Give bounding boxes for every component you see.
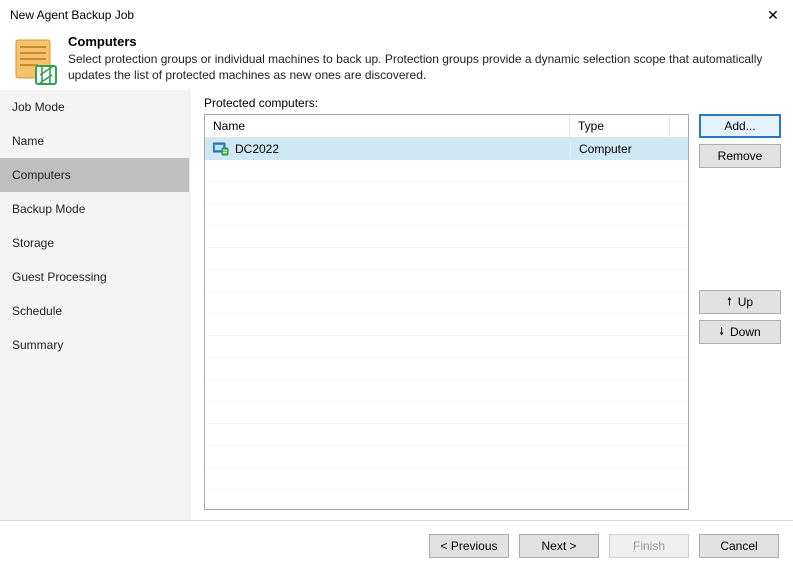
finish-button: Finish (609, 534, 689, 558)
arrow-down-icon: 🠗 (719, 323, 724, 342)
action-buttons: Add... Remove 🠕 Up 🠗 Down (699, 114, 781, 510)
step-storage[interactable]: Storage (0, 226, 189, 260)
cancel-button[interactable]: Cancel (699, 534, 779, 558)
header-heading: Computers (68, 34, 781, 49)
remove-button[interactable]: Remove (699, 144, 781, 168)
arrow-up-icon: 🠕 (727, 293, 732, 312)
wizard-header: Computers Select protection groups or in… (0, 30, 793, 90)
wizard-icon (12, 34, 58, 86)
step-schedule[interactable]: Schedule (0, 294, 189, 328)
computer-icon (213, 142, 229, 156)
table-row[interactable]: DC2022 Computer (205, 138, 688, 160)
close-icon[interactable]: ✕ (763, 7, 783, 24)
window-title: New Agent Backup Job (10, 8, 763, 22)
row-type: Computer (570, 142, 670, 156)
wizard-footer: < Previous Next > Finish Cancel (0, 520, 793, 570)
header-description: Select protection groups or individual m… (68, 51, 781, 83)
wizard-steps-sidebar: Job Mode Name Computers Backup Mode Stor… (0, 90, 190, 520)
next-button[interactable]: Next > (519, 534, 599, 558)
step-job-mode[interactable]: Job Mode (0, 90, 189, 124)
computers-table[interactable]: Name Type (204, 114, 689, 510)
previous-button[interactable]: < Previous (429, 534, 509, 558)
step-computers[interactable]: Computers (0, 158, 189, 192)
table-header: Name Type (205, 115, 688, 138)
step-summary[interactable]: Summary (0, 328, 189, 362)
step-backup-mode[interactable]: Backup Mode (0, 192, 189, 226)
step-name[interactable]: Name (0, 124, 189, 158)
step-guest-processing[interactable]: Guest Processing (0, 260, 189, 294)
table-body: DC2022 Computer (205, 138, 688, 509)
column-header-name[interactable]: Name (205, 115, 570, 137)
up-button[interactable]: 🠕 Up (699, 290, 781, 314)
row-name: DC2022 (235, 142, 279, 156)
main-panel: Protected computers: Name Type (190, 90, 793, 520)
titlebar: New Agent Backup Job ✕ (0, 0, 793, 30)
column-header-type[interactable]: Type (570, 115, 670, 137)
add-button[interactable]: Add... (699, 114, 781, 138)
section-label: Protected computers: (204, 96, 781, 110)
down-button[interactable]: 🠗 Down (699, 320, 781, 344)
